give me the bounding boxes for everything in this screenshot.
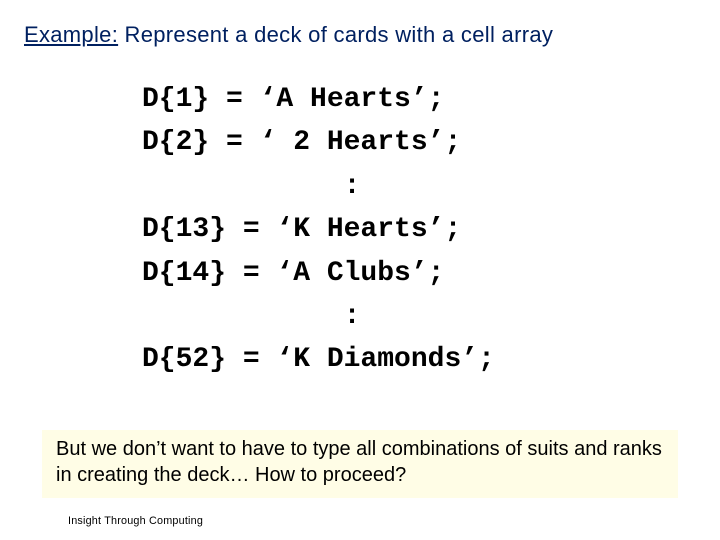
code-line: D{13} = ‘K Hearts’; — [142, 214, 461, 245]
footer-text: Insight Through Computing — [68, 515, 203, 527]
code-line: D{52} = ‘K Diamonds’; — [142, 344, 495, 375]
code-line: : — [142, 301, 360, 332]
code-line: D{2} = ‘ 2 Hearts’; — [142, 127, 461, 158]
slide-title: Example: Represent a deck of cards with … — [24, 22, 553, 48]
title-rest: Represent a deck of cards with a cell ar… — [118, 22, 553, 47]
code-block: D{1} = ‘A Hearts’; D{2} = ‘ 2 Hearts’; :… — [142, 78, 495, 382]
code-line: : — [142, 171, 360, 202]
code-line: D{14} = ‘A Clubs’; — [142, 258, 444, 289]
code-line: D{1} = ‘A Hearts’; — [142, 84, 444, 115]
note-text: But we don’t want to have to type all co… — [56, 438, 662, 486]
title-prefix: Example: — [24, 22, 118, 47]
slide: Example: Represent a deck of cards with … — [0, 0, 720, 540]
note-box: But we don’t want to have to type all co… — [42, 430, 678, 498]
